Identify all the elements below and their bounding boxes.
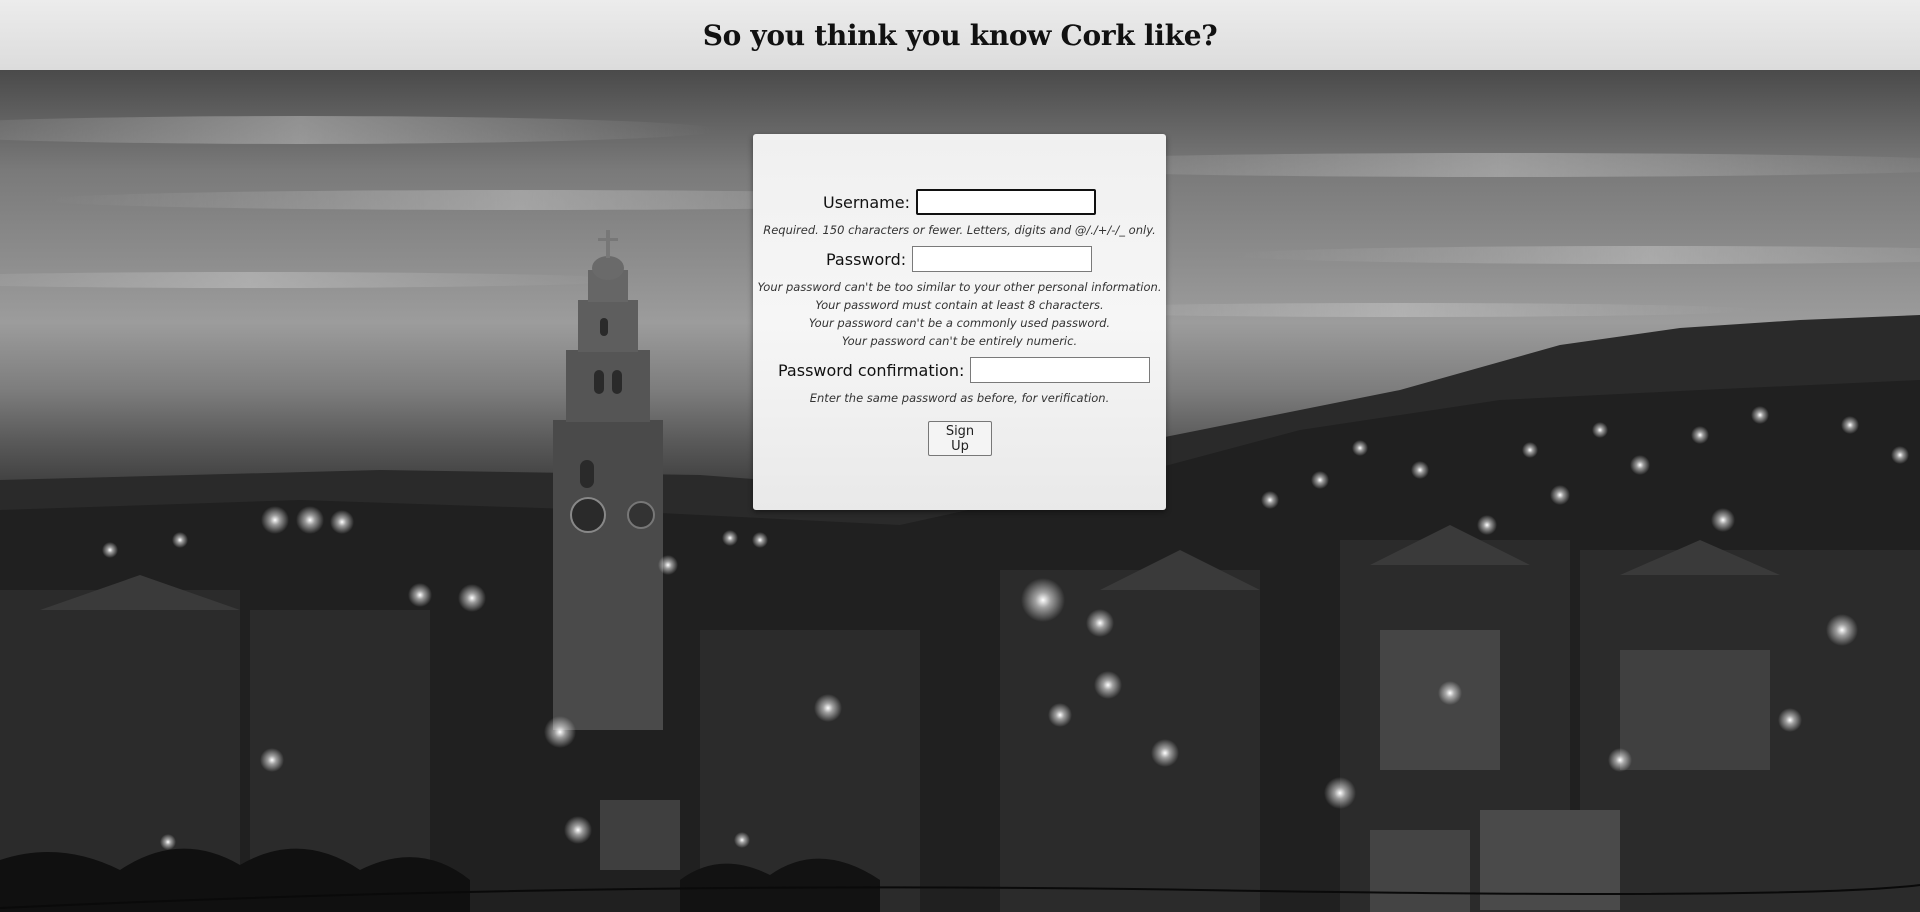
page-title: So you think you know Cork like?: [702, 18, 1218, 52]
password-row: Password:: [826, 246, 1093, 272]
page-header: So you think you know Cork like?: [0, 0, 1920, 70]
password-help-line-2: Your password must contain at least 8 ch…: [815, 298, 1104, 312]
password-confirmation-input[interactable]: [970, 357, 1151, 383]
password-confirmation-help: Enter the same password as before, for v…: [753, 389, 1166, 407]
username-label: Username:: [823, 192, 910, 212]
password-confirmation-help-text: Enter the same password as before, for v…: [809, 391, 1110, 405]
password-confirmation-label: Password confirmation:: [778, 360, 965, 380]
username-help-text: Required. 150 characters or fewer. Lette…: [763, 223, 1156, 237]
password-help-line-1: Your password can't be too similar to yo…: [757, 280, 1162, 294]
password-help-line-4: Your password can't be entirely numeric.: [841, 334, 1078, 348]
password-input[interactable]: [912, 246, 1093, 272]
password-help: Your password can't be too similar to yo…: [753, 278, 1166, 350]
password-confirmation-row: Password confirmation:: [778, 357, 1151, 383]
username-row: Username:: [823, 189, 1096, 215]
signup-form: Username: Required. 150 characters or fe…: [753, 134, 1166, 510]
username-input[interactable]: [915, 189, 1096, 215]
password-label: Password:: [826, 249, 907, 269]
username-help: Required. 150 characters or fewer. Lette…: [753, 221, 1166, 239]
sign-up-button[interactable]: Sign Up: [928, 421, 992, 456]
password-help-line-3: Your password can't be a commonly used p…: [808, 316, 1111, 330]
